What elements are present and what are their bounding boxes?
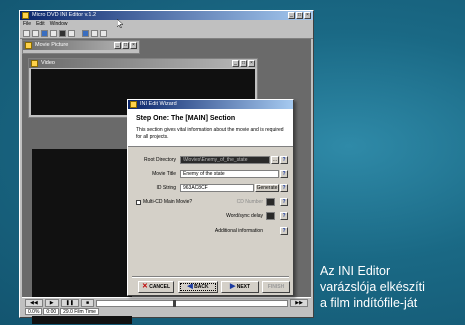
stop-button[interactable]: ■ (80, 299, 94, 307)
back-button[interactable]: ◀ BACK (178, 281, 218, 293)
status-time: 0:00 (43, 308, 60, 315)
movie-window-icon (25, 42, 32, 49)
finish-button: FINISH (262, 281, 290, 293)
video-title: Video (41, 60, 55, 66)
app-title: Micro DVD INI Editor v.1.2 (32, 12, 97, 18)
magazine-caption: Az INI Editor varázslója elkészíti a fil… (320, 263, 460, 311)
wizard-divider (132, 276, 289, 278)
multi-cd-help-icon[interactable]: ? (280, 198, 288, 206)
pause-button[interactable]: ❚❚ (60, 299, 79, 307)
root-directory-help-icon[interactable]: ? (280, 156, 288, 164)
maximize-button[interactable]: □ (296, 12, 303, 19)
id-string-field[interactable]: 963AC8CF (180, 184, 254, 192)
minimize-button[interactable]: _ (288, 12, 295, 19)
cancel-button[interactable]: ✕ CANCEL (138, 281, 174, 293)
menubar: File Edit Window (20, 20, 313, 28)
save-icon[interactable] (41, 29, 48, 37)
main-titlebar: Micro DVD INI Editor v.1.2 _ □ × (20, 11, 313, 20)
forward-button[interactable]: ▶▶ (290, 299, 308, 307)
menu-window[interactable]: Window (50, 20, 68, 28)
toolbar (20, 28, 313, 39)
root-directory-label: Root Directory (144, 157, 176, 163)
video-minimize-button[interactable]: _ (232, 60, 239, 67)
video-maximize-button[interactable]: □ (240, 60, 247, 67)
video-close-button[interactable]: × (248, 60, 255, 67)
close-button[interactable]: × (304, 12, 311, 19)
play-button[interactable]: ▶ (44, 299, 59, 307)
cd-number-label: CD Number (236, 199, 263, 205)
movie-title-field[interactable]: Enemy of the state (180, 170, 279, 178)
word-sync-field[interactable] (266, 212, 275, 220)
wizard-title-icon (130, 101, 137, 108)
browse-button[interactable]: ... (271, 156, 279, 164)
root-directory-field[interactable]: \Movies\Enemy_of_the_state (180, 156, 270, 164)
caption-line-1: Az INI Editor (320, 264, 391, 278)
wizard-title: INI Edit Wizard (140, 101, 177, 107)
multi-cd-label: Multi-CD Main Movie? (143, 199, 193, 205)
next-button[interactable]: ▶ NEXT (221, 281, 259, 293)
next-label: NEXT (236, 284, 251, 290)
seek-thumb[interactable] (173, 299, 177, 307)
movie-picture-window[interactable]: Movie Picture _ □ × (22, 40, 140, 54)
movie-title-label: Movie Title (152, 171, 176, 177)
next-arrow-icon: ▶ (229, 283, 236, 290)
player-bar: ◀◀ ▶ ❚❚ ■ ▶▶ 0.0% 0:00 29.0 Film Time (22, 297, 311, 316)
app-icon (22, 12, 29, 19)
seek-slider[interactable] (95, 299, 289, 307)
movie-close-button[interactable]: × (130, 42, 137, 49)
movie-title-help-icon[interactable]: ? (280, 170, 288, 178)
id-string-label: ID String (156, 185, 176, 191)
status-film-time: 29.0 Film Time (60, 308, 99, 315)
mouse-cursor-icon (117, 19, 123, 28)
word-sync-help-icon[interactable]: ? (280, 212, 288, 220)
wizard-description: This section gives vital information abo… (136, 127, 284, 140)
back-arrow-icon: ◀ (187, 283, 193, 290)
wizard-titlebar: INI Edit Wizard (128, 100, 293, 109)
open-file-icon[interactable] (32, 29, 39, 37)
help-icon[interactable] (68, 29, 75, 37)
cancel-label: CANCEL (149, 284, 171, 290)
cd-number-field[interactable] (266, 198, 275, 206)
status-percent: 0.0% (25, 308, 43, 315)
movie-minimize-button[interactable]: _ (114, 42, 121, 49)
video-window-icon (31, 60, 38, 67)
film-icon[interactable] (59, 29, 66, 37)
video-titlebar: Video _ □ × (29, 59, 257, 68)
additional-info-help-icon[interactable]: ? (280, 227, 288, 235)
caption-line-2: varázslója elkészíti (320, 280, 425, 294)
ini-edit-wizard-dialog: INI Edit Wizard Step One: The [MAIN] Sec… (127, 99, 294, 296)
wizard-header: Step One: The [MAIN] Section This sectio… (128, 109, 293, 147)
additional-info-label: Additional information (214, 228, 263, 234)
movie-picture-title: Movie Picture (35, 42, 69, 48)
cancel-x-icon: ✕ (141, 283, 148, 290)
wizard-icon[interactable] (82, 29, 89, 37)
grid-icon[interactable] (100, 29, 107, 37)
id-string-help-icon[interactable]: ? (280, 184, 288, 192)
print-icon[interactable] (50, 29, 57, 37)
word-sync-label: Word/sync delay (226, 213, 263, 219)
caption-line-3: a film indítófile-ját (320, 296, 418, 310)
menu-edit[interactable]: Edit (36, 20, 45, 28)
back-label: BACK (194, 284, 209, 290)
wizard-heading: Step One: The [MAIN] Section (136, 115, 236, 122)
movie-maximize-button[interactable]: □ (122, 42, 129, 49)
rewind-button[interactable]: ◀◀ (25, 299, 43, 307)
generate-button[interactable]: Generate (255, 184, 279, 192)
new-file-icon[interactable] (23, 29, 30, 37)
list-icon[interactable] (91, 29, 98, 37)
multi-cd-checkbox[interactable] (136, 200, 141, 205)
movie-picture-titlebar: Movie Picture _ □ × (23, 41, 139, 50)
finish-label: FINISH (267, 284, 285, 290)
menu-file[interactable]: File (23, 20, 31, 28)
